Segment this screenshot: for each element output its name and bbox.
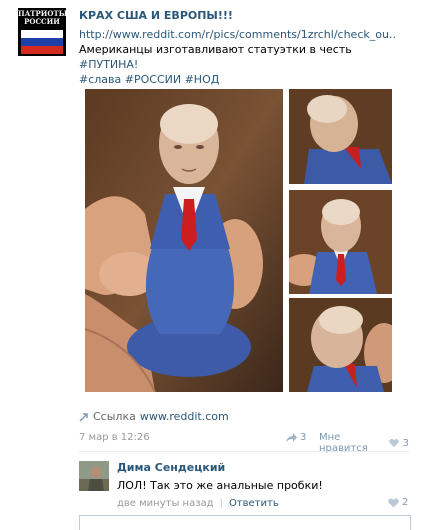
hashtag-putin[interactable]: #ПУТИНА! <box>79 58 138 71</box>
divider <box>79 451 409 452</box>
comment-text: ЛОЛ! Так это же анальные пробки! <box>117 479 323 492</box>
comment-avatar[interactable] <box>79 461 109 491</box>
comment-meta-separator: | <box>219 498 223 509</box>
comment-author[interactable]: Дима Сендецкий <box>117 461 225 474</box>
heart-icon <box>388 498 399 507</box>
attachment-label: Ссылка <box>93 410 136 423</box>
like-count: 3 <box>402 437 409 449</box>
post-author[interactable]: КРАХ США И ЕВРОПЫ!!! <box>79 9 233 22</box>
post-body: http://www.reddit.com/r/pics/comments/1z… <box>79 27 414 87</box>
comment-time[interactable]: две минуты назад <box>117 498 214 509</box>
link-icon <box>79 412 88 422</box>
heart-icon <box>389 438 399 448</box>
russian-flag-icon <box>21 30 63 54</box>
hashtag-slava[interactable]: #слава <box>79 73 121 86</box>
community-avatar[interactable]: ПАТРИОТЫ РОССИИ <box>18 8 66 56</box>
hashtag-nod[interactable]: #НОД <box>185 73 220 86</box>
comment-meta: две минуты назад | Ответить <box>117 498 279 509</box>
share-icon <box>286 432 297 442</box>
reply-input[interactable] <box>79 515 411 530</box>
hashtag-rossii[interactable]: #РОССИИ <box>125 73 181 86</box>
post-photo-main[interactable] <box>85 89 283 392</box>
post-text: Американцы изготавливают статуэтки в чес… <box>79 43 352 56</box>
post-photo-side-2[interactable] <box>289 190 392 294</box>
comment-like-button[interactable]: 2 <box>388 497 408 508</box>
post-photo-side-1[interactable] <box>289 89 392 184</box>
avatar-text-bottom: РОССИИ <box>24 17 60 26</box>
post-photo-side-3[interactable] <box>289 298 392 392</box>
reply-button[interactable]: Ответить <box>229 498 279 509</box>
share-button[interactable]: 3 <box>285 432 306 443</box>
attachment-link[interactable]: Ссылка www.reddit.com <box>79 410 229 423</box>
share-count: 3 <box>300 432 307 443</box>
post-date[interactable]: 7 мар в 12:26 <box>79 432 150 443</box>
comment-like-count: 2 <box>402 497 409 508</box>
attachment-domain[interactable]: www.reddit.com <box>140 410 229 423</box>
post-url-link[interactable]: http://www.reddit.com/r/pics/comments/1z… <box>79 27 414 42</box>
post-meta: 7 мар в 12:26 3 Мне нравится 3 <box>79 432 409 454</box>
